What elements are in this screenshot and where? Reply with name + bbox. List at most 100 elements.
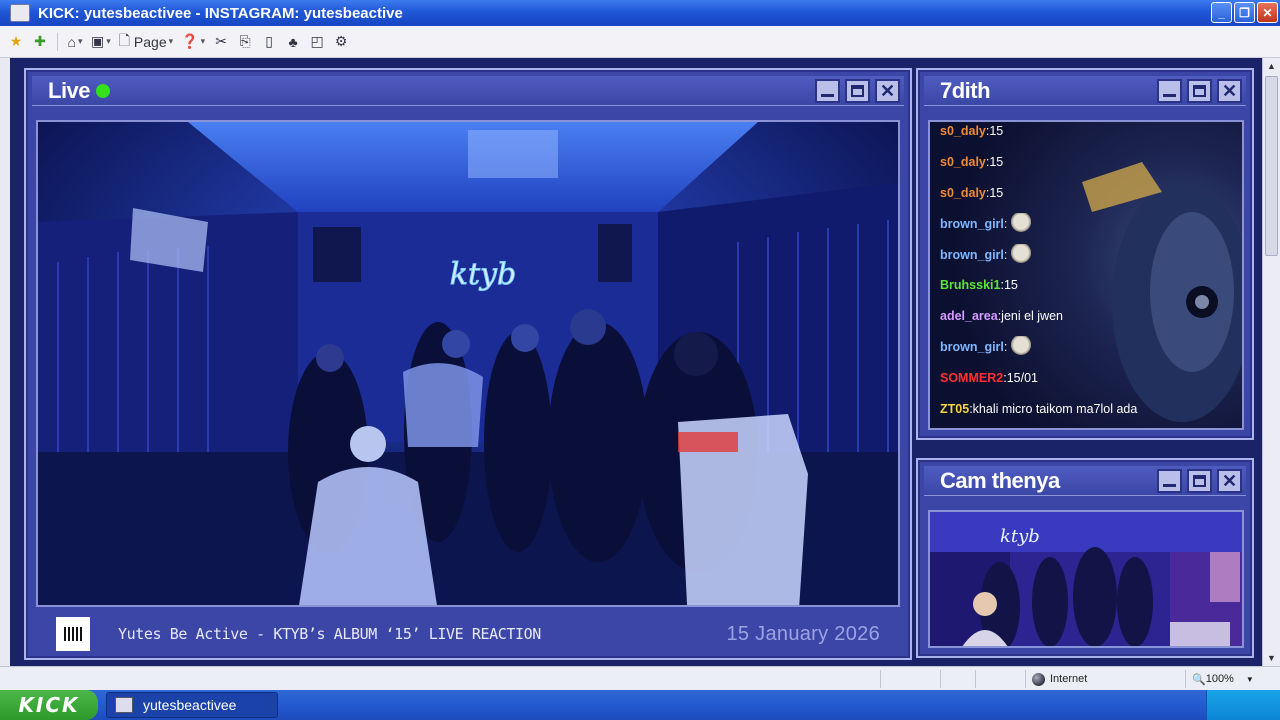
qr-logo-icon [56,617,90,651]
start-button[interactable]: KICK [0,690,98,720]
clipboard-icon[interactable]: ▯ [259,31,279,53]
scroll-up-arrow-icon[interactable]: ▲ [1263,58,1280,74]
cam-minimize-button[interactable] [1157,469,1182,493]
status-cell [940,670,975,688]
chat-username[interactable]: s0_daly [940,186,986,200]
chat-username[interactable]: s0_daly [940,124,986,138]
chat-text: khali micro taikom ma7lol ada [972,401,1138,416]
chat-text: 15 [989,155,1004,170]
chat-username[interactable]: brown_girl [940,340,1004,354]
window-minimize-button[interactable]: _ [1211,2,1232,23]
window-controls: _ ❐ ✕ [1211,2,1278,23]
chat-username[interactable]: Bruhsski1 [940,278,1000,292]
window-maximize-button[interactable]: ❐ [1234,2,1255,23]
status-bar: Internet 🔍 100% ▼ [0,666,1280,690]
window-titlebar: KICK: yutesbeactivee - INSTAGRAM: yutesb… [0,0,1280,26]
chat-message: ZT05: khali micro taikom ma7lol ada [930,393,1242,424]
system-tray [1206,690,1280,720]
add-favorites-icon[interactable]: ✚ [30,31,50,53]
chat-message: Bruhsski1: 15 [930,270,1242,301]
messenger-icon[interactable]: ♣ [283,31,303,53]
cam-panel-title: Cam thenya [940,467,1060,493]
scroll-thumb[interactable] [1265,76,1278,256]
taskbar-window-label: yutesbeactivee [143,697,237,713]
chat-text: jeni el jwen [1001,309,1064,324]
chat-colon: : [1003,247,1008,262]
cam-video-frame: ktyb [930,512,1242,646]
favorites-star-icon[interactable]: ★ [6,31,26,53]
cam-neon-sign: ktyb [1000,526,1040,547]
live-panel-title: Live [32,77,111,104]
cam-panel-controls: ✕ [1157,469,1242,493]
zoom-magnifier-icon: 🔍 [1192,673,1206,686]
tools-icon[interactable]: ⚙ [331,31,351,53]
fullscreen-icon[interactable]: ◰ [307,31,327,53]
taskbar-window-button[interactable]: yutesbeactivee [106,692,278,718]
status-cell [975,670,1025,688]
cam-panel: Cam thenya ✕ ktyb [916,458,1254,658]
window-close-button[interactable]: ✕ [1257,2,1278,23]
live-video-player[interactable]: ktyb [36,120,900,607]
chat-username[interactable]: brown_girl [940,217,1004,231]
chat-colon: : [1003,216,1008,231]
cam-panel-header: Cam thenya ✕ [924,466,1246,496]
zoom-dropdown-icon[interactable]: ▼ [1246,675,1254,684]
zoom-control[interactable]: 🔍 100% ▼ [1185,670,1265,688]
chat-maximize-button[interactable] [1187,79,1212,103]
chat-username[interactable]: s0_daly [940,155,986,169]
stream-caption: Yutes Be Active - KTYB’s ALBUM ‘15’ LIVE… [118,625,541,643]
toolbar-separator [57,32,58,51]
status-cell [880,670,940,688]
live-maximize-button[interactable] [845,79,870,103]
chat-username[interactable]: SOMMER2 [940,371,1003,385]
browser-app-icon [10,4,30,22]
chat-text: 15 [1003,278,1018,293]
page-scrollbar[interactable]: ▲ ▼ [1262,58,1280,666]
help-icon[interactable]: ❓ ▾ [179,31,207,53]
chat-message: adel_area: jeni el jwen [930,301,1242,332]
cam-maximize-button[interactable] [1187,469,1212,493]
chat-feed[interactable]: s0_daly: 15 s0_daly: 15 s0_daly: 15 brown_g… [928,120,1244,430]
security-zone[interactable]: Internet [1025,670,1180,688]
chat-message: brown_girl: [930,239,1242,270]
scroll-down-arrow-icon[interactable]: ▼ [1263,650,1280,666]
neon-sign-text: ktyb [450,257,516,292]
zoom-level: 100% [1205,673,1234,685]
chat-panel-controls: ✕ [1157,79,1242,103]
chat-panel-title: 7dith [940,77,991,103]
page-menu-button[interactable]: 🗋 Page ▾ [117,31,175,53]
research-icon[interactable]: ✂ [211,31,231,53]
chat-message: s0_daly: 15 [930,147,1242,178]
seal-emote [1011,243,1032,266]
zone-label: Internet [1050,673,1088,685]
live-close-button[interactable]: ✕ [875,79,900,103]
taskbar-app-icon [115,697,133,713]
seal-emote [1011,335,1032,358]
chat-text: 15 [989,185,1004,200]
command-bar: ★ ✚ ⌂ ▾ ▣ ▾ 🗋 Page ▾ ❓ ▾ ✂ ⎘ ▯ ♣ ◰ ⚙ [0,26,1280,58]
live-footer: Yutes Be Active - KTYB’s ALBUM ‘15’ LIVE… [32,616,904,652]
chat-username[interactable]: adel_area [940,309,998,323]
cam-video-player[interactable]: ktyb [928,510,1244,648]
chat-panel-header: 7dith ✕ [924,76,1246,106]
live-panel-header: Live ✕ [32,76,904,106]
home-icon[interactable]: ⌂ ▾ [65,31,85,53]
chat-message-list: s0_daly: 15 s0_daly: 15 s0_daly: 15 brown_g… [930,122,1242,424]
cam-close-button[interactable]: ✕ [1217,469,1242,493]
chat-close-button[interactable]: ✕ [1217,79,1242,103]
chat-message: brown_girl: [930,208,1242,239]
stream-overlay-stage: Live ✕ ktyb Yutes Be Active - KTYB’s ALB… [0,58,1262,666]
copy-icon[interactable]: ⎘ [235,31,255,53]
chat-message: SOMMER2: 15/01 [930,362,1242,393]
chat-minimize-button[interactable] [1157,79,1182,103]
chat-username[interactable]: brown_girl [940,248,1004,262]
chat-text: 15/01 [1006,370,1038,385]
live-title-text: Live [48,77,91,103]
chat-message: s0_daly: 15 [930,178,1242,209]
live-minimize-button[interactable] [815,79,840,103]
chat-message: s0_daly: 15 [930,122,1242,147]
live-panel: Live ✕ ktyb Yutes Be Active - KTYB’s ALB… [24,68,912,660]
feeds-icon[interactable]: ▣ ▾ [89,31,113,53]
chat-watermark [932,408,968,422]
live-indicator-dot [96,83,111,98]
